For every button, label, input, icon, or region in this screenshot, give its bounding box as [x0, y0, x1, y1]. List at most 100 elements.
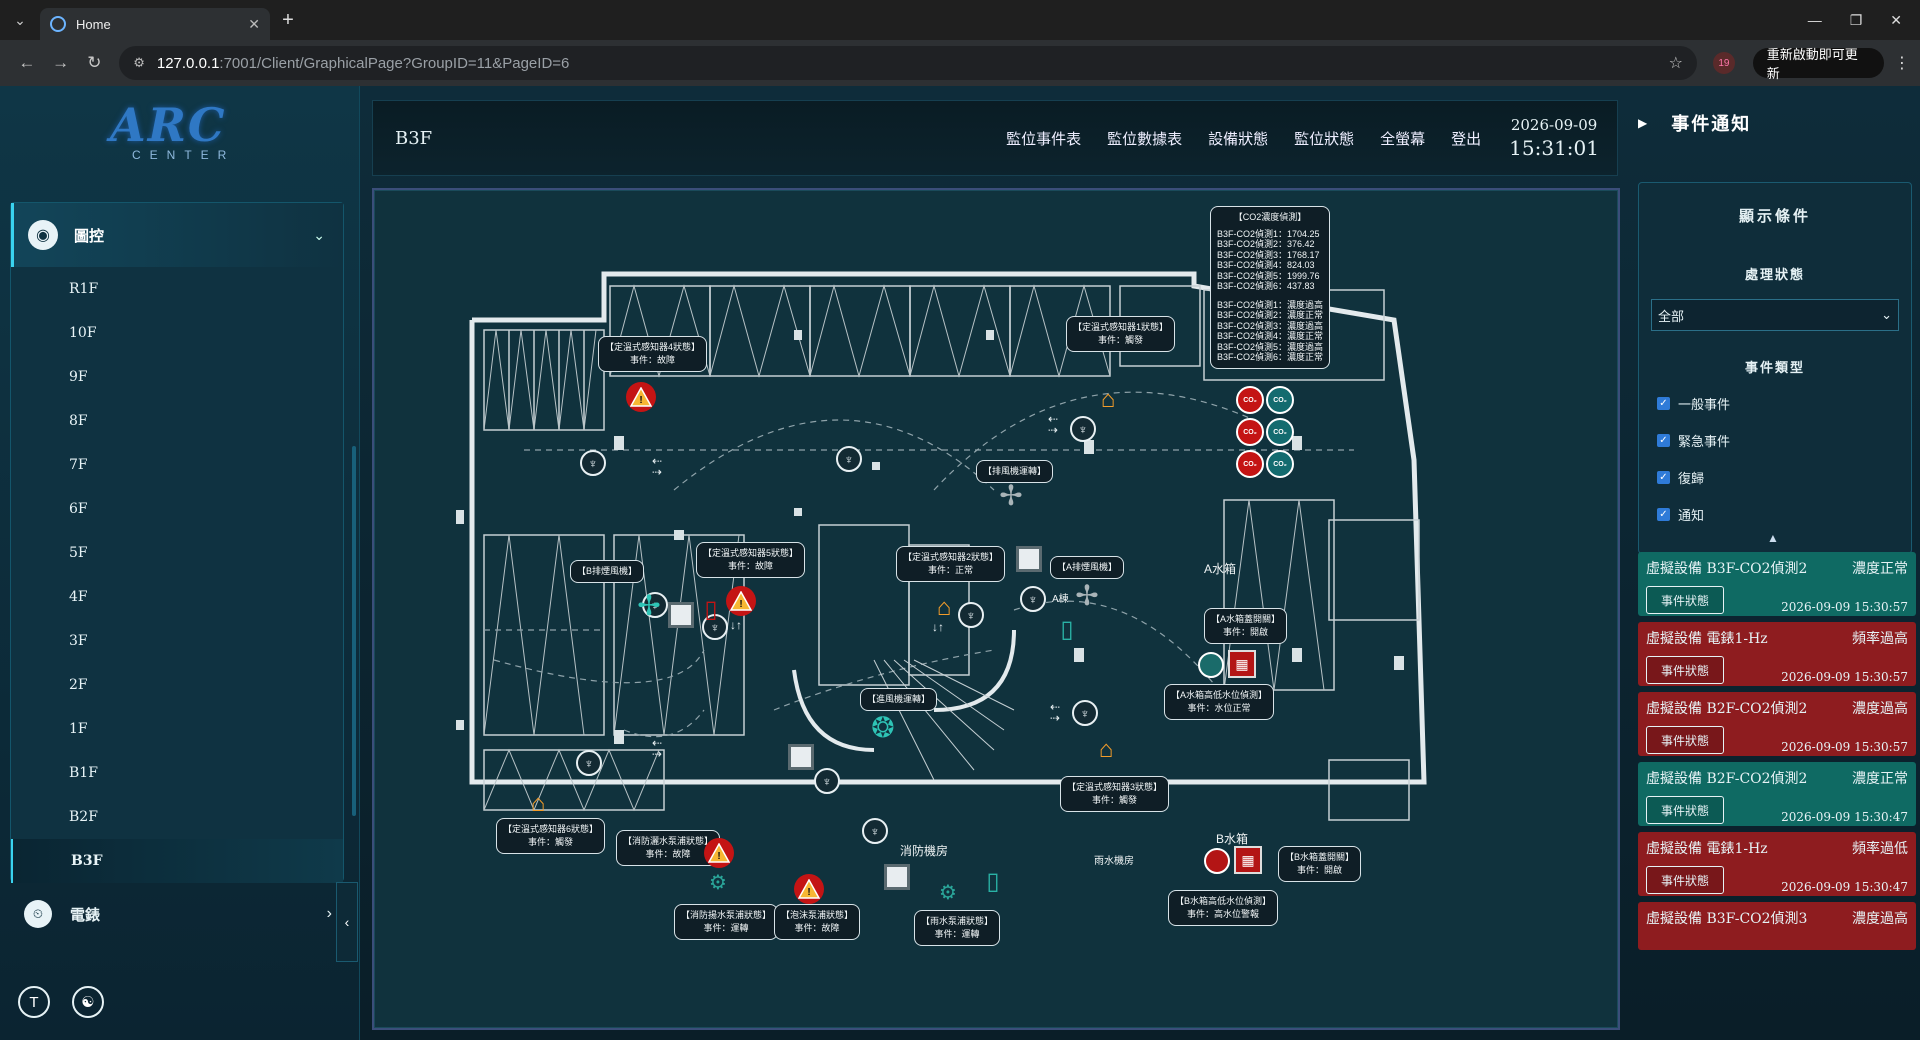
event-type-checkbox-row[interactable]: ✓ 緊急事件: [1657, 431, 1911, 450]
event-status-button[interactable]: 事件狀態: [1646, 656, 1725, 684]
event-card[interactable]: 虛擬設備 B3F-CO2偵測3 濃度過高: [1638, 902, 1916, 950]
co2-sensor-red-icon[interactable]: CO₂: [1236, 418, 1264, 446]
co2-sensor-red-icon[interactable]: CO₂: [1236, 386, 1264, 414]
floor-item-r1f[interactable]: R1F: [11, 267, 343, 311]
extension-badge-icon[interactable]: 19: [1712, 52, 1735, 74]
damper-icon[interactable]: [788, 744, 814, 770]
floor-item-b3f[interactable]: B3F: [11, 839, 343, 883]
light-icon[interactable]: ♆: [1070, 416, 1096, 442]
sidebar-collapse-button[interactable]: ‹: [336, 882, 358, 962]
sensor-5-label[interactable]: 【定溫式感知器5狀態】 事件：故障: [696, 542, 806, 578]
event-status-button[interactable]: 事件狀態: [1646, 866, 1725, 894]
top-link-0[interactable]: 監位事件表: [1006, 128, 1081, 149]
co2-sensor-red-icon[interactable]: CO₂: [1236, 450, 1264, 478]
floor-item-4f[interactable]: 4F: [11, 575, 343, 619]
fire-pump-warning-icon[interactable]: !: [704, 838, 734, 868]
light-icon[interactable]: ♆: [836, 446, 862, 472]
floor-item-9f[interactable]: 9F: [11, 355, 343, 399]
checkbox-checked-icon[interactable]: ✓: [1657, 434, 1670, 447]
event-card[interactable]: 虛擬設備 B3F-CO2偵測2 濃度正常 事件狀態 2026-09-09 15:30:…: [1638, 552, 1916, 616]
fire-lift-pump-label[interactable]: 【消防揚水泵浦狀態】 事件：運轉: [674, 904, 779, 940]
b-tank-level-label[interactable]: 【B水箱高低水位偵測】 事件：高水位警報: [1168, 890, 1279, 926]
sidebar-scrollbar[interactable]: [352, 446, 356, 816]
light-icon[interactable]: ♆: [1020, 586, 1046, 612]
browser-tab-home[interactable]: Home ✕: [40, 8, 270, 40]
floor-item-6f[interactable]: 6F: [11, 487, 343, 531]
door-red-icon[interactable]: ▯: [700, 594, 722, 624]
rain-pump-label[interactable]: 【雨水泵浦狀態】 事件：運轉: [914, 910, 1001, 946]
tab-close-icon[interactable]: ✕: [248, 16, 260, 33]
sensor-2-house-icon[interactable]: ⌂: [930, 594, 958, 622]
a-smoke-fan-icon[interactable]: ✢: [1072, 580, 1102, 611]
sensor-4-warning-icon[interactable]: !: [626, 382, 656, 412]
floor-item-8f[interactable]: 8F: [11, 399, 343, 443]
reload-icon[interactable]: ↻: [77, 53, 111, 73]
sensor-5-warning-icon[interactable]: !: [726, 586, 756, 616]
b-tank-valve-label[interactable]: 【B水箱蓋開關】 事件：開啟: [1278, 846, 1362, 882]
checkbox-checked-icon[interactable]: ✓: [1657, 471, 1670, 484]
fire-pump-icon[interactable]: ⚙: [704, 870, 732, 894]
light-icon[interactable]: ♆: [580, 450, 606, 476]
sensor-1-label[interactable]: 【定溫式感知器1狀態】 事件：觸發: [1066, 316, 1176, 352]
new-tab-plus-icon[interactable]: +: [270, 9, 306, 32]
door-green-icon[interactable]: ▯: [982, 866, 1004, 896]
a-smoke-fan-label[interactable]: 【A排煙風機】: [1050, 556, 1125, 579]
event-type-checkbox-row[interactable]: ✓ 一般事件: [1657, 394, 1911, 413]
tab-search-chevron-icon[interactable]: ⌄: [0, 12, 40, 29]
a-tank-level-label[interactable]: 【A水箱高低水位偵測】 事件：水位正常: [1164, 684, 1275, 720]
damper-icon[interactable]: [884, 864, 910, 890]
sensor-6-fire-icon[interactable]: ⌂: [524, 790, 552, 818]
top-link-4[interactable]: 全螢幕: [1380, 128, 1425, 149]
sensor-3-label[interactable]: 【定溫式感知器3狀態】 事件：觸發: [1060, 776, 1170, 812]
top-link-2[interactable]: 設備狀態: [1208, 128, 1268, 149]
sensor-3-fire-icon[interactable]: ⌂: [1092, 736, 1120, 764]
event-card[interactable]: 虛擬設備 B2F-CO2偵測2 濃度正常 事件狀態 2026-09-09 15:30:…: [1638, 762, 1916, 826]
event-card[interactable]: 虛擬設備 電錶1-Hz 頻率過低 事件狀態 2026-09-09 15:30:47: [1638, 832, 1916, 896]
floor-item-10f[interactable]: 10F: [11, 311, 343, 355]
b-tank-valve-icon[interactable]: ▦: [1234, 846, 1262, 874]
theme-toggle-icon[interactable]: ☯: [72, 986, 104, 1018]
browser-menu-icon[interactable]: ⋮: [1894, 53, 1910, 73]
floor-item-5f[interactable]: 5F: [11, 531, 343, 575]
co2-readings-box[interactable]: 【CO2濃度偵測】 B3F-CO2偵測1：1704.25 B3F-CO2偵測2：3…: [1210, 206, 1331, 369]
event-status-button[interactable]: 事件狀態: [1646, 726, 1725, 754]
floor-item-b1f[interactable]: B1F: [11, 751, 343, 795]
site-info-icon[interactable]: ⚙: [133, 55, 145, 71]
event-type-checkbox-row[interactable]: ✓ 復歸: [1657, 468, 1911, 487]
floor-item-1f[interactable]: 1F: [11, 707, 343, 751]
light-icon[interactable]: ♆: [1072, 700, 1098, 726]
co2-sensor-green-icon[interactable]: CO₂: [1266, 418, 1294, 446]
top-link-1[interactable]: 監位數據表: [1107, 128, 1182, 149]
supply-fan-label[interactable]: 【進風機運轉】: [860, 688, 938, 711]
nav-group-graphic-control[interactable]: ◉ 圖控 ⌄: [11, 203, 343, 267]
floor-item-7f[interactable]: 7F: [11, 443, 343, 487]
status-select[interactable]: 全部 ⌄: [1651, 299, 1899, 331]
bookmark-star-icon[interactable]: ☆: [1669, 53, 1683, 73]
floor-item-3f[interactable]: 3F: [11, 619, 343, 663]
light-icon[interactable]: ♆: [958, 602, 984, 628]
sensor-2-label[interactable]: 【定溫式感知器2狀態】 事件：正常: [896, 546, 1006, 582]
co2-sensor-green-icon[interactable]: CO₂: [1266, 386, 1294, 414]
damper-icon[interactable]: [668, 602, 694, 628]
damper-icon[interactable]: [1016, 546, 1042, 572]
a-tank-valve-label[interactable]: 【A水箱蓋開關】 事件：開啟: [1204, 608, 1288, 644]
top-link-3[interactable]: 監位狀態: [1294, 128, 1354, 149]
sensor-1-fire-icon[interactable]: ⌂: [1094, 386, 1122, 414]
foam-pump-warning-icon[interactable]: !: [794, 874, 824, 904]
rain-pump-icon[interactable]: ⚙: [934, 880, 962, 904]
top-link-5[interactable]: 登出: [1451, 128, 1481, 149]
forward-arrow-icon[interactable]: →: [44, 53, 78, 73]
light-icon[interactable]: ♆: [576, 750, 602, 776]
b-smoke-fan-icon[interactable]: ✢: [634, 590, 664, 621]
b-tank-level-icon[interactable]: [1204, 848, 1230, 874]
supply-fan-icon[interactable]: ❂: [868, 712, 898, 743]
b-smoke-fan-label[interactable]: 【B排煙風機】: [570, 560, 645, 583]
event-card[interactable]: 虛擬設備 電錶1-Hz 頻率過高 事件狀態 2026-09-09 15:30:57: [1638, 622, 1916, 686]
checkbox-checked-icon[interactable]: ✓: [1657, 397, 1670, 410]
back-arrow-icon[interactable]: ←: [10, 53, 44, 73]
nav-group-meter[interactable]: ⏲ 電錶 ›: [10, 886, 344, 942]
event-type-checkbox-row[interactable]: ✓ 通知: [1657, 505, 1911, 524]
collapse-filter-icon[interactable]: ▲: [1767, 531, 1779, 545]
co2-sensor-green-icon[interactable]: CO₂: [1266, 450, 1294, 478]
address-bar[interactable]: ⚙ 127.0.0.1 :7001/Client/GraphicalPage?G…: [119, 46, 1697, 80]
